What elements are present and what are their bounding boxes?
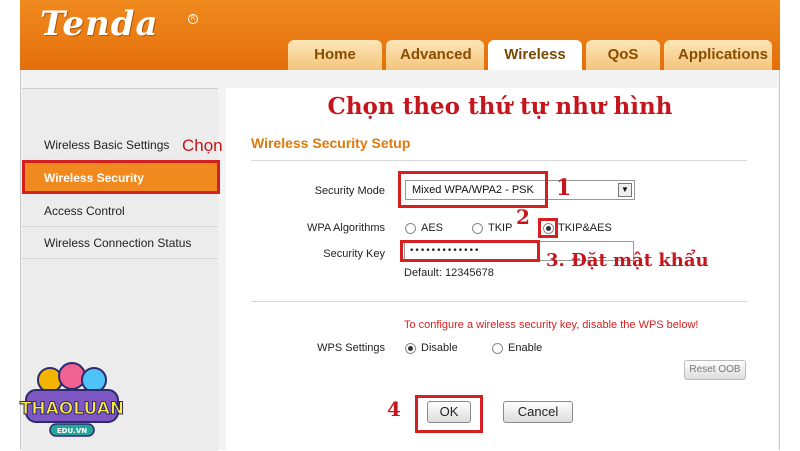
sidebar-item-access-control[interactable]: Access Control — [22, 195, 218, 227]
tab-qos[interactable]: QoS — [586, 40, 660, 70]
wps-settings-label: WPS Settings — [317, 342, 385, 354]
section-divider-2 — [251, 301, 747, 302]
svg-text:EDU.VN: EDU.VN — [57, 427, 87, 435]
registered-mark-icon: R — [188, 14, 198, 24]
dropdown-arrow-icon: ▼ — [618, 183, 632, 197]
annotation-step-3: 3. Đặt mật khẩu — [546, 250, 709, 271]
security-mode-select[interactable]: Mixed WPA/WPA2 - PSK ▼ — [405, 180, 635, 200]
annotation-chon: Chọn — [182, 136, 223, 155]
security-key-label: Security Key — [323, 248, 385, 260]
security-mode-label: Security Mode — [314, 185, 385, 197]
radio-tkip-aes-label: TKIP&AES — [558, 222, 612, 234]
radio-tkip-label: TKIP — [488, 222, 513, 234]
annotation-step-2: 2 — [516, 205, 530, 229]
annotation-heading: Chọn theo thứ tự như hình — [327, 93, 673, 120]
tab-home[interactable]: Home — [288, 40, 382, 70]
radio-tkip-aes[interactable] — [543, 223, 554, 234]
radio-tkip[interactable] — [472, 223, 483, 234]
section-title: Wireless Security Setup — [251, 135, 411, 151]
tab-wireless[interactable]: Wireless — [488, 40, 582, 70]
reset-oob-button[interactable]: Reset OOB — [684, 360, 746, 380]
radio-wps-enable-label: Enable — [508, 342, 543, 354]
main-tabs: Home Advanced Wireless QoS Applications — [288, 40, 772, 70]
wps-warning: To configure a wireless security key, di… — [404, 319, 699, 331]
security-mode-value: Mixed WPA/WPA2 - PSK — [412, 184, 534, 196]
security-key-default: Default: 12345678 — [404, 267, 494, 279]
svg-text:THAOLUAN: THAOLUAN — [20, 399, 124, 419]
radio-wps-disable[interactable] — [405, 343, 416, 354]
annotation-step-1: 1 — [556, 175, 572, 201]
radio-aes[interactable] — [405, 223, 416, 234]
sidebar-item-wireless-connection-status[interactable]: Wireless Connection Status — [22, 227, 218, 259]
tenda-logo: Tenda — [40, 4, 159, 44]
annotation-step-4: 4 — [387, 397, 401, 421]
radio-aes-label: AES — [421, 222, 444, 234]
sidebar-item-wireless-security[interactable]: Wireless Security — [22, 162, 218, 194]
radio-wps-disable-label: Disable — [421, 342, 458, 354]
section-divider — [251, 160, 747, 161]
radio-wps-enable[interactable] — [492, 343, 503, 354]
tab-advanced[interactable]: Advanced — [386, 40, 484, 70]
tab-applications[interactable]: Applications — [664, 40, 772, 70]
cancel-button[interactable]: Cancel — [503, 401, 573, 423]
ok-button[interactable]: OK — [427, 401, 471, 423]
wpa-algorithms-label: WPA Algorithms — [306, 222, 385, 234]
thaoluan-watermark-logo: THAOLUAN EDU.VN — [19, 362, 125, 437]
